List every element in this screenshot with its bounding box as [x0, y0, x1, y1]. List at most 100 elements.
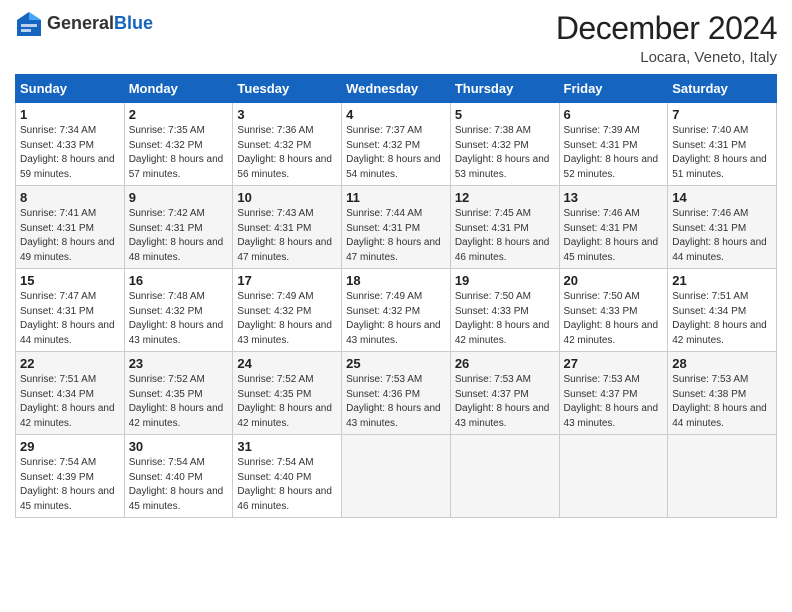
day-number: 7 [672, 107, 772, 122]
day-number: 5 [455, 107, 555, 122]
day-number: 24 [237, 356, 337, 371]
day-info: Sunrise: 7:39 AMSunset: 4:31 PMDaylight:… [564, 125, 659, 180]
calendar-day-header: Sunday [16, 75, 125, 103]
calendar-day-header: Tuesday [233, 75, 342, 103]
day-info: Sunrise: 7:48 AMSunset: 4:32 PMDaylight:… [129, 291, 224, 346]
day-number: 30 [129, 439, 229, 454]
calendar-cell: 20 Sunrise: 7:50 AMSunset: 4:33 PMDayligh… [559, 269, 668, 352]
calendar-cell: 10Sunrise: 7:43 AMSunset: 4:31 PMDayligh… [233, 186, 342, 269]
day-number: 6 [564, 107, 664, 122]
calendar-day-header: Friday [559, 75, 668, 103]
calendar-cell: 23Sunrise: 7:52 AMSunset: 4:35 PMDayligh… [124, 352, 233, 435]
day-info: Sunrise: 7:47 AMSunset: 4:31 PMDaylight:… [20, 291, 115, 346]
calendar-week-row: 1 Sunrise: 7:34 AMSunset: 4:33 PMDaylight… [16, 103, 777, 186]
day-number: 16 [129, 273, 229, 288]
day-number: 13 [564, 190, 664, 205]
day-info: Sunrise: 7:52 AMSunset: 4:35 PMDaylight:… [237, 374, 332, 429]
day-info: Sunrise: 7:53 AMSunset: 4:36 PMDaylight:… [346, 374, 441, 429]
day-info: Sunrise: 7:52 AMSunset: 4:35 PMDaylight:… [129, 374, 224, 429]
day-info: Sunrise: 7:51 AMSunset: 4:34 PMDaylight:… [672, 291, 767, 346]
day-info: Sunrise: 7:42 AMSunset: 4:31 PMDaylight:… [129, 208, 224, 263]
day-number: 1 [20, 107, 120, 122]
calendar-cell [668, 435, 777, 518]
day-number: 26 [455, 356, 555, 371]
calendar-cell [450, 435, 559, 518]
calendar-week-row: 15Sunrise: 7:47 AMSunset: 4:31 PMDayligh… [16, 269, 777, 352]
day-number: 8 [20, 190, 120, 205]
day-info: Sunrise: 7:50 AMSunset: 4:33 PMDaylight:… [455, 291, 550, 346]
calendar-cell: 13 Sunrise: 7:46 AMSunset: 4:31 PMDayligh… [559, 186, 668, 269]
calendar-week-row: 29 Sunrise: 7:54 AMSunset: 4:39 PMDayligh… [16, 435, 777, 518]
page: GeneralBlue December 2024 Locara, Veneto… [0, 0, 792, 612]
day-number: 2 [129, 107, 229, 122]
day-number: 4 [346, 107, 446, 122]
calendar-cell: 24 Sunrise: 7:52 AMSunset: 4:35 PMDayligh… [233, 352, 342, 435]
day-info: Sunrise: 7:49 AMSunset: 4:32 PMDaylight:… [237, 291, 332, 346]
day-info: Sunrise: 7:36 AMSunset: 4:32 PMDaylight:… [237, 125, 332, 180]
day-number: 20 [564, 273, 664, 288]
day-number: 12 [455, 190, 555, 205]
day-number: 10 [237, 190, 337, 205]
calendar-cell [559, 435, 668, 518]
calendar-cell: 21 Sunrise: 7:51 AMSunset: 4:34 PMDayligh… [668, 269, 777, 352]
day-info: Sunrise: 7:46 AMSunset: 4:31 PMDaylight:… [564, 208, 659, 263]
day-number: 11 [346, 190, 446, 205]
day-info: Sunrise: 7:41 AMSunset: 4:31 PMDaylight:… [20, 208, 115, 263]
day-info: Sunrise: 7:38 AMSunset: 4:32 PMDaylight:… [455, 125, 550, 180]
calendar-cell: 22 Sunrise: 7:51 AMSunset: 4:34 PMDayligh… [16, 352, 125, 435]
day-info: Sunrise: 7:49 AMSunset: 4:32 PMDaylight:… [346, 291, 441, 346]
calendar-cell: 5 Sunrise: 7:38 AMSunset: 4:32 PMDaylight… [450, 103, 559, 186]
calendar-cell: 7 Sunrise: 7:40 AMSunset: 4:31 PMDaylight… [668, 103, 777, 186]
calendar-cell: 2 Sunrise: 7:35 AMSunset: 4:32 PMDaylight… [124, 103, 233, 186]
calendar-cell: 1 Sunrise: 7:34 AMSunset: 4:33 PMDaylight… [16, 103, 125, 186]
location: Locara, Veneto, Italy [556, 49, 777, 66]
logo-text: GeneralBlue [47, 14, 153, 34]
calendar-cell: 30 Sunrise: 7:54 AMSunset: 4:40 PMDayligh… [124, 435, 233, 518]
calendar-header-row: SundayMondayTuesdayWednesdayThursdayFrid… [16, 75, 777, 103]
day-info: Sunrise: 7:40 AMSunset: 4:31 PMDaylight:… [672, 125, 767, 180]
calendar-cell: 6 Sunrise: 7:39 AMSunset: 4:31 PMDaylight… [559, 103, 668, 186]
day-info: Sunrise: 7:51 AMSunset: 4:34 PMDaylight:… [20, 374, 115, 429]
day-number: 29 [20, 439, 120, 454]
day-info: Sunrise: 7:50 AMSunset: 4:33 PMDaylight:… [564, 291, 659, 346]
calendar-day-header: Thursday [450, 75, 559, 103]
calendar-cell: 14Sunrise: 7:46 AMSunset: 4:31 PMDayligh… [668, 186, 777, 269]
day-info: Sunrise: 7:54 AMSunset: 4:40 PMDaylight:… [129, 457, 224, 512]
day-info: Sunrise: 7:37 AMSunset: 4:32 PMDaylight:… [346, 125, 441, 180]
calendar-week-row: 22 Sunrise: 7:51 AMSunset: 4:34 PMDayligh… [16, 352, 777, 435]
day-number: 25 [346, 356, 446, 371]
day-number: 27 [564, 356, 664, 371]
day-number: 31 [237, 439, 337, 454]
calendar-cell [342, 435, 451, 518]
calendar: SundayMondayTuesdayWednesdayThursdayFrid… [15, 74, 777, 518]
day-number: 22 [20, 356, 120, 371]
day-info: Sunrise: 7:54 AMSunset: 4:40 PMDaylight:… [237, 457, 332, 512]
day-number: 14 [672, 190, 772, 205]
day-info: Sunrise: 7:44 AMSunset: 4:31 PMDaylight:… [346, 208, 441, 263]
calendar-cell: 27Sunrise: 7:53 AMSunset: 4:37 PMDayligh… [559, 352, 668, 435]
day-info: Sunrise: 7:45 AMSunset: 4:31 PMDaylight:… [455, 208, 550, 263]
calendar-cell: 28Sunrise: 7:53 AMSunset: 4:38 PMDayligh… [668, 352, 777, 435]
day-info: Sunrise: 7:35 AMSunset: 4:32 PMDaylight:… [129, 125, 224, 180]
calendar-week-row: 8 Sunrise: 7:41 AMSunset: 4:31 PMDaylight… [16, 186, 777, 269]
calendar-cell: 4 Sunrise: 7:37 AMSunset: 4:32 PMDaylight… [342, 103, 451, 186]
day-info: Sunrise: 7:53 AMSunset: 4:38 PMDaylight:… [672, 374, 767, 429]
calendar-cell: 3Sunrise: 7:36 AMSunset: 4:32 PMDaylight… [233, 103, 342, 186]
calendar-cell: 29 Sunrise: 7:54 AMSunset: 4:39 PMDayligh… [16, 435, 125, 518]
calendar-cell: 26 Sunrise: 7:53 AMSunset: 4:37 PMDayligh… [450, 352, 559, 435]
month-title: December 2024 [556, 10, 777, 47]
calendar-cell: 12 Sunrise: 7:45 AMSunset: 4:31 PMDayligh… [450, 186, 559, 269]
calendar-cell: 11 Sunrise: 7:44 AMSunset: 4:31 PMDayligh… [342, 186, 451, 269]
day-number: 21 [672, 273, 772, 288]
calendar-cell: 19Sunrise: 7:50 AMSunset: 4:33 PMDayligh… [450, 269, 559, 352]
day-number: 18 [346, 273, 446, 288]
day-info: Sunrise: 7:34 AMSunset: 4:33 PMDaylight:… [20, 125, 115, 180]
day-info: Sunrise: 7:53 AMSunset: 4:37 PMDaylight:… [455, 374, 550, 429]
header: GeneralBlue December 2024 Locara, Veneto… [15, 10, 777, 66]
calendar-cell: 17Sunrise: 7:49 AMSunset: 4:32 PMDayligh… [233, 269, 342, 352]
calendar-cell: 25 Sunrise: 7:53 AMSunset: 4:36 PMDayligh… [342, 352, 451, 435]
day-number: 9 [129, 190, 229, 205]
day-info: Sunrise: 7:54 AMSunset: 4:39 PMDaylight:… [20, 457, 115, 512]
calendar-cell: 8 Sunrise: 7:41 AMSunset: 4:31 PMDaylight… [16, 186, 125, 269]
calendar-cell: 31 Sunrise: 7:54 AMSunset: 4:40 PMDayligh… [233, 435, 342, 518]
